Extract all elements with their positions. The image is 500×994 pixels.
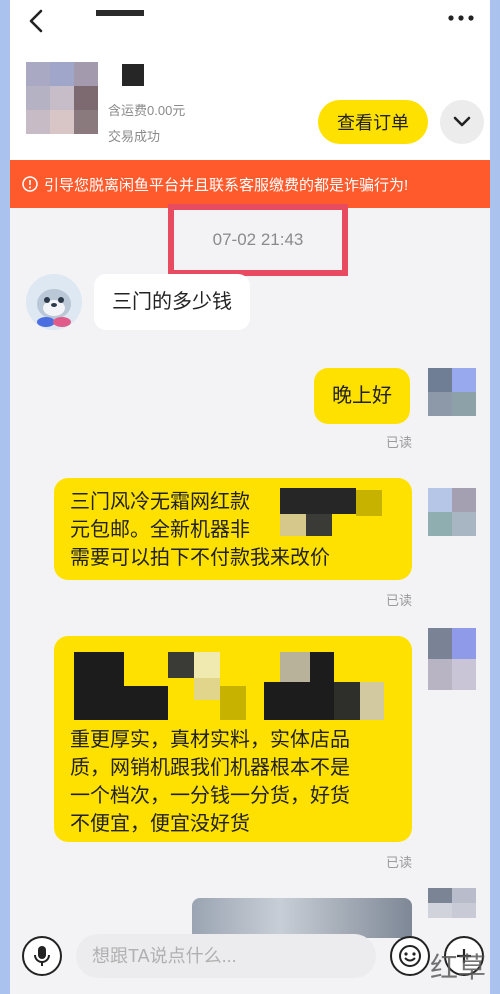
redaction-mosaic: [194, 652, 220, 678]
timestamp-highlight-box: 07-02 21:43: [168, 204, 348, 276]
redaction-mosaic: [280, 488, 356, 514]
fraud-warning-banner: 引导您脱离闲鱼平台并且联系客服缴费的都是诈骗行为!: [10, 160, 490, 208]
shipping-price: 含运费0.00元: [108, 103, 186, 118]
microphone-icon: [34, 946, 50, 966]
message-line: 重更厚实，真材实料，实体店品: [70, 729, 350, 751]
order-status: 交易成功: [108, 129, 161, 144]
outgoing-message-bubble[interactable]: 晚上好: [314, 368, 410, 424]
voice-button[interactable]: [22, 936, 62, 976]
read-receipt: 已读: [386, 855, 413, 870]
redaction-mosaic: [306, 514, 332, 536]
read-receipt: 已读: [386, 593, 413, 608]
message-line: 质，网销机跟我们机器根本不是: [70, 757, 350, 779]
seller-avatar[interactable]: [428, 628, 476, 690]
redaction-mosaic: [194, 678, 220, 700]
seller-avatar[interactable]: [428, 888, 476, 918]
back-arrow-icon[interactable]: [24, 8, 50, 34]
order-header: 含运费0.00元 交易成功 查看订单: [10, 0, 490, 160]
input-bar: 红草: [10, 922, 490, 994]
message-timestamp: 07-02 21:43: [212, 230, 304, 249]
watermark: 红草: [429, 951, 486, 984]
message-line: 不便宜，便宜没好货: [70, 813, 250, 835]
redaction-mosaic: [74, 652, 124, 720]
incoming-message-bubble[interactable]: 三门的多少钱: [94, 274, 250, 330]
product-title-redacted: [122, 64, 144, 86]
expand-button[interactable]: [440, 100, 484, 144]
more-dots-icon[interactable]: [446, 8, 476, 28]
smiley-icon: [399, 945, 421, 967]
redaction-mosaic: [220, 686, 246, 720]
message-line: 一个档次，一分钱一分货，好货: [70, 785, 350, 807]
message-line: 元包邮。全新机器非: [70, 519, 250, 541]
seller-avatar[interactable]: [428, 368, 476, 416]
warning-text: 引导您脱离闲鱼平台并且联系客服缴费的都是诈骗行为!: [44, 176, 409, 194]
contact-name-redacted: [96, 10, 144, 16]
redaction-mosaic: [168, 652, 194, 678]
redaction-mosaic: [360, 682, 384, 720]
redaction-mosaic: [310, 652, 334, 682]
seal-avatar-icon: [26, 274, 82, 330]
message-text: 晚上好: [332, 385, 392, 407]
seller-avatar[interactable]: [428, 488, 476, 536]
read-receipt: 已读: [386, 435, 413, 450]
outgoing-message-bubble[interactable]: 重更厚实，真材实料，实体店品 质，网销机跟我们机器根本不是 一个档次，一分钱一分…: [54, 636, 412, 842]
redaction-mosaic: [280, 652, 310, 682]
redaction-mosaic: [124, 686, 168, 720]
emoji-button[interactable]: [390, 936, 430, 976]
redaction-mosaic: [356, 490, 382, 516]
message-input[interactable]: [76, 934, 376, 978]
outgoing-message-bubble[interactable]: 三门风冷无霜网红款 元包邮。全新机器非 需要可以拍下不付款我来改价: [54, 478, 412, 580]
product-thumbnail[interactable]: [26, 62, 98, 134]
redaction-mosaic: [264, 682, 334, 720]
redaction-mosaic: [280, 514, 306, 536]
redaction-mosaic: [334, 682, 360, 720]
chat-screen: 含运费0.00元 交易成功 查看订单 引导您脱离闲鱼平台并且联系客服缴费的都是诈…: [10, 0, 490, 994]
buyer-avatar[interactable]: [26, 274, 82, 330]
chevron-down-icon: [453, 116, 471, 127]
view-order-button[interactable]: 查看订单: [318, 100, 428, 144]
message-text: 三门的多少钱: [112, 291, 232, 313]
message-line: 需要可以拍下不付款我来改价: [70, 547, 330, 569]
alert-circle-icon: [22, 176, 38, 192]
